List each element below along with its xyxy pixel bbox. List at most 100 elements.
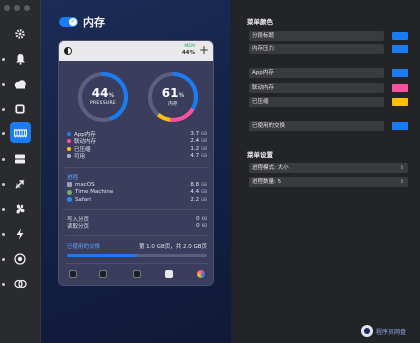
memory-value: 61% bbox=[161, 86, 185, 100]
wired-memory-dot bbox=[67, 139, 71, 144]
color-swatch[interactable] bbox=[392, 45, 408, 53]
row-value: 4.7 bbox=[190, 153, 200, 160]
process-unit: GB bbox=[201, 181, 207, 187]
sidebar-dot bbox=[2, 208, 5, 211]
compressed-dot bbox=[67, 146, 71, 151]
check-icon: ✓ bbox=[69, 18, 77, 26]
paging-label: 读取分页 bbox=[67, 224, 90, 231]
cpu-icon[interactable] bbox=[11, 100, 29, 118]
chevron-updown-icon: ⇕ bbox=[399, 179, 404, 185]
row-unit: GB bbox=[201, 130, 207, 136]
watermark: 程序员网盘 bbox=[361, 325, 406, 337]
macos-icon bbox=[67, 182, 72, 188]
row-label: 可用 bbox=[74, 154, 86, 161]
color-swatch[interactable] bbox=[392, 122, 408, 130]
paging-list: 写入分页 0 KB 读取分页 0 KB bbox=[67, 215, 207, 231]
settings-panel: 菜单颜色 分段标题 内存压力 App内存 联动内存 已压缩 已使用的交换 菜单设… bbox=[232, 0, 420, 343]
list-item: macOS 8.8 GB bbox=[67, 181, 207, 189]
battery-icon[interactable] bbox=[11, 225, 29, 243]
sidebar-dot bbox=[2, 283, 5, 286]
terminal-icon[interactable] bbox=[99, 270, 107, 278]
row-unit: GB bbox=[201, 153, 207, 159]
add-icon[interactable]: + bbox=[199, 43, 209, 57]
menu-colors-heading: 菜单颜色 bbox=[247, 18, 273, 26]
color-row[interactable]: 已压缩 bbox=[249, 97, 408, 107]
color-row[interactable]: 联动内存 bbox=[249, 83, 408, 93]
minimize-window-button[interactable] bbox=[14, 5, 20, 11]
disk-icon[interactable] bbox=[11, 150, 29, 168]
network-icon[interactable] bbox=[11, 175, 29, 193]
color-row[interactable]: 已使用的交换 bbox=[249, 121, 408, 131]
color-swatch[interactable] bbox=[392, 98, 408, 106]
processes-heading: 进程 bbox=[67, 175, 79, 181]
swap-row: 已使用的交换 第 1.0 GB页，共 2.0 GB页 bbox=[67, 242, 207, 250]
app-icon[interactable] bbox=[197, 270, 205, 278]
paging-unit: KB bbox=[201, 215, 207, 221]
process-value: 8.8 bbox=[190, 181, 200, 188]
row-value: 2.4 bbox=[190, 138, 200, 145]
window-controls bbox=[4, 5, 30, 11]
process-value: 2.2 bbox=[190, 196, 200, 203]
zoom-window-button[interactable] bbox=[24, 5, 30, 11]
gauges: 44% PRESSURE 61% 内存 bbox=[59, 69, 213, 129]
clock-icon[interactable] bbox=[11, 250, 29, 268]
row-unit: GB bbox=[201, 145, 207, 151]
process-count-select[interactable]: 进程数量: 5 ⇕ bbox=[249, 177, 408, 187]
chevron-updown-icon: ⇕ bbox=[399, 165, 404, 171]
safari-icon bbox=[67, 197, 72, 203]
sidebar bbox=[0, 0, 41, 343]
process-value: 4.4 bbox=[190, 189, 200, 196]
process-name: Safari bbox=[75, 196, 91, 203]
sidebar-dot bbox=[2, 58, 5, 61]
color-row-label: 已使用的交换 bbox=[249, 121, 384, 131]
bell-icon[interactable] bbox=[11, 50, 29, 68]
memory-popup-preview: MEM 44% + 44% PRESSURE 61% 内存 App内存 3.7 G… bbox=[58, 40, 214, 286]
free-dot bbox=[67, 154, 71, 159]
watermark-logo-icon bbox=[361, 325, 373, 337]
color-row[interactable]: App内存 bbox=[249, 68, 408, 78]
process-unit: GB bbox=[201, 189, 207, 195]
swap-value: 第 1.0 GB页，共 2.0 GB页 bbox=[138, 243, 207, 250]
divider bbox=[65, 263, 209, 264]
list-item: 读取分页 0 KB bbox=[67, 223, 207, 231]
color-swatch[interactable] bbox=[392, 32, 408, 40]
cloud-icon[interactable] bbox=[11, 75, 29, 93]
color-row[interactable]: 内存压力 bbox=[249, 44, 408, 54]
memory-breakdown: App内存 3.7 GB 联动内存 2.4 GB 已压缩 1.2 GB 可用 4.7 G… bbox=[67, 130, 207, 160]
paging-value: 0 bbox=[196, 223, 200, 230]
appearance-icon[interactable] bbox=[64, 47, 72, 55]
row-value: 1.2 bbox=[190, 145, 200, 152]
bluetooth-icon[interactable] bbox=[11, 275, 29, 293]
pressure-gauge: 44% PRESSURE bbox=[75, 69, 131, 125]
fan-icon[interactable] bbox=[11, 200, 29, 218]
list-item: 已压缩 1.2 GB bbox=[67, 145, 207, 153]
close-window-button[interactable] bbox=[4, 5, 10, 11]
memory-gauge: 61% 内存 bbox=[145, 69, 201, 125]
page-title: 内存 bbox=[83, 16, 105, 29]
color-swatch[interactable] bbox=[392, 69, 408, 77]
process-mode-select[interactable]: 进程模式: 大小 ⇕ bbox=[249, 163, 408, 173]
app-window: ✓ 内存 MEM 44% + 44% PRESSURE 61% 内存 App内存… bbox=[0, 0, 420, 343]
list-item: 已使用的交换 第 1.0 GB页，共 2.0 GB页 bbox=[67, 242, 207, 250]
sidebar-dot bbox=[2, 158, 5, 161]
mem-mini-value: 44% bbox=[181, 49, 195, 56]
divider bbox=[65, 235, 209, 236]
activity-monitor-icon[interactable] bbox=[69, 270, 77, 278]
menu-settings-heading: 菜单设置 bbox=[247, 151, 273, 159]
sidebar-dot bbox=[2, 233, 5, 236]
gear-icon[interactable] bbox=[11, 25, 29, 43]
memory-icon[interactable] bbox=[10, 122, 31, 143]
settings-icon[interactable] bbox=[165, 270, 173, 278]
paging-unit: KB bbox=[201, 223, 207, 229]
list-item: Time Machine 4.4 GB bbox=[67, 189, 207, 197]
popup-toolbar bbox=[59, 270, 213, 282]
color-row[interactable]: 分段标题 bbox=[249, 31, 408, 41]
process-unit: GB bbox=[201, 196, 207, 202]
color-swatch[interactable] bbox=[392, 84, 408, 92]
enable-toggle[interactable]: ✓ bbox=[59, 17, 78, 27]
color-row-label: 联动内存 bbox=[249, 83, 384, 93]
color-row-label: 分段标题 bbox=[249, 31, 384, 41]
color-row-label: 已压缩 bbox=[249, 97, 384, 107]
sidebar-dot bbox=[2, 132, 5, 135]
console-icon[interactable] bbox=[133, 270, 141, 278]
